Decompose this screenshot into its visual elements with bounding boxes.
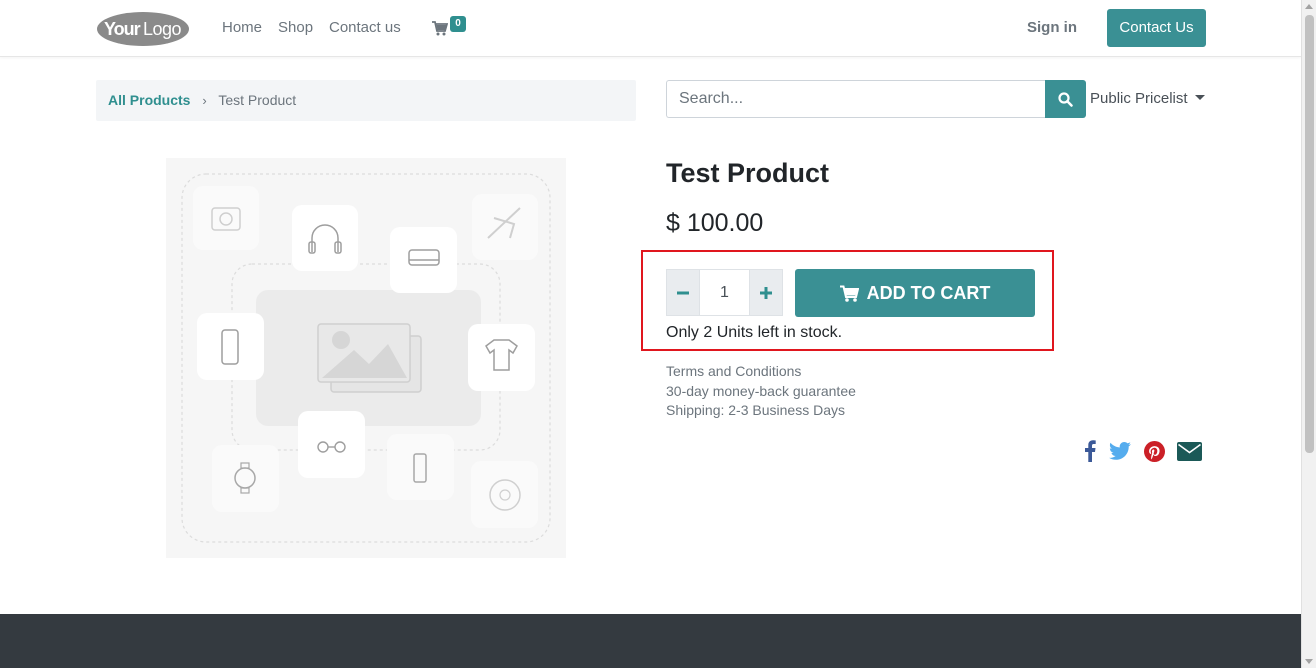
quantity-stepper [666,269,783,316]
minus-icon [677,291,689,294]
scroll-down-arrow-icon[interactable] [1305,659,1313,664]
nav-home[interactable]: Home [222,19,262,36]
breadcrumb-current: Test Product [218,92,297,108]
cart-count-badge: 0 [450,16,466,32]
chevron-right-icon: › [202,93,207,108]
twitter-share[interactable] [1108,438,1132,464]
shipping-text: Shipping: 2-3 Business Days [666,402,845,418]
email-share[interactable] [1176,438,1202,464]
money-back-text: 30-day money-back guarantee [666,382,856,399]
product-terms: Terms and Conditions 30-day money-back g… [666,362,856,421]
stock-message: Only 2 Units left in stock. [666,324,843,341]
increase-quantity-button[interactable] [749,269,783,316]
vertical-scrollbar[interactable] [1301,0,1316,668]
scrollbar-thumb[interactable] [1305,15,1314,453]
breadcrumb: All Products › Test Product [96,80,636,121]
sign-in-link[interactable]: Sign in [1027,19,1077,36]
decrease-quantity-button[interactable] [666,269,700,316]
facebook-share[interactable] [1082,438,1098,464]
product-image [166,158,566,558]
nav-contact[interactable]: Contact us [329,19,401,36]
pricelist-label: Public Pricelist [1090,90,1188,107]
product-price: $ 100.00 [666,209,764,237]
facebook-icon [1085,440,1096,462]
envelope-icon [1176,441,1202,461]
terms-link[interactable]: Terms and Conditions [666,362,856,382]
scroll-up-arrow-icon[interactable] [1305,4,1313,9]
plus-icon [760,286,772,299]
svg-text:Logo: Logo [143,19,182,39]
navbar: Your Logo Home Shop Contact us 0 Sign in… [0,0,1301,57]
logo[interactable]: Your Logo [96,11,190,47]
contact-us-button[interactable]: Contact Us [1107,9,1206,47]
quantity-input[interactable] [700,269,749,316]
breadcrumb-all-products[interactable]: All Products [108,92,190,108]
search-button[interactable] [1045,80,1086,118]
shopping-cart-icon [839,285,859,302]
pricelist-dropdown[interactable]: Public Pricelist [1090,90,1205,107]
add-to-cart-button[interactable]: ADD TO CART [795,269,1035,317]
search-icon [1058,91,1073,107]
nav-shop[interactable]: Shop [278,19,313,36]
caret-down-icon [1194,95,1205,100]
twitter-icon [1109,442,1131,460]
pinterest-icon [1143,440,1165,462]
cart-link[interactable]: 0 [432,16,472,40]
svg-text:Your: Your [104,19,141,39]
pinterest-share[interactable] [1143,438,1165,464]
add-to-cart-label: ADD TO CART [866,282,991,303]
shopping-cart-icon [432,21,448,36]
product-title: Test Product [666,158,830,188]
search-input[interactable] [666,80,1046,118]
footer [0,614,1301,668]
